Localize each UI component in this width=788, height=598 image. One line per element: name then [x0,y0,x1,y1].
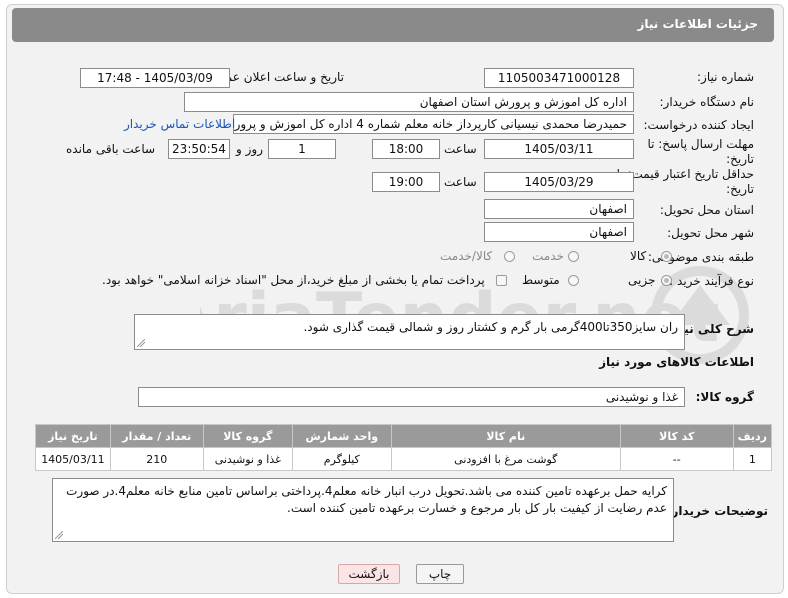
purchase-label-minor: جزیی [628,273,656,287]
label-delivery-province: استان محل تحویل: [659,203,754,217]
label-delivery-city: شهر محل تحویل: [667,226,754,240]
cell-need-date: 1405/03/11 [35,447,111,471]
label-price-validity: حداقل تاریخ اعتبار قیمت: تا تاریخ: [616,167,754,196]
col-header-row-number: ردیف [732,424,773,448]
back-button[interactable]: بازگشت [338,564,400,584]
reply-days-field: 1 [268,139,336,159]
province-field: اصفهان [484,199,634,219]
buyer-notes-textarea[interactable]: کرایه حمل برعهده تامین کننده می باشد.تحو… [52,478,674,542]
cell-goods-name: گوشت مرغ با افزودنی [390,447,621,471]
col-header-quantity: تعداد / مقدار [109,424,204,448]
category-radio-goods[interactable] [661,251,672,262]
cell-row-number: 1 [732,447,773,471]
validity-time-field: 19:00 [372,172,440,192]
goods-table: ردیف کد کالا نام کالا واحد شمارش گروه کا… [35,424,773,471]
buyer-notes-text: کرایه حمل برعهده تامین کننده می باشد.تحو… [66,484,667,515]
description-text: ران سایز350تا400گرمی بار گرم و کشتار روز… [303,320,678,334]
panel-header: جزئیات اطلاعات نیاز [12,8,774,42]
goods-group-field: غذا و نوشیدنی [138,387,685,407]
cell-goods-group: غذا و نوشیدنی [202,447,293,471]
cell-unit: کیلوگرم [291,447,392,471]
label-requester: ایجاد کننده درخواست: [643,118,754,132]
purchase-label-medium: متوسط [522,273,560,287]
cell-goods-code: -- [619,447,734,471]
label-reply-hour: ساعت [444,142,477,156]
reply-remaining-field: 23:50:54 [168,139,230,159]
description-textarea[interactable]: ران سایز350تا400گرمی بار گرم و کشتار روز… [134,314,685,350]
label-remaining: ساعت باقی مانده [66,142,156,156]
page-title: جزئیات اطلاعات نیاز [637,17,758,31]
resize-handle-icon[interactable] [137,339,145,347]
category-label-goods: کالا [630,249,647,263]
label-need-number: شماره نیاز: [697,70,754,84]
label-goods-group: گروه کالا: [695,390,754,404]
buyer-contact-link[interactable]: اطلاعات تماس خریدار [124,117,235,131]
purchase-radio-minor[interactable] [661,275,672,286]
label-buyer-org: نام دستگاه خریدار: [659,95,755,109]
label-reply-deadline: مهلت ارسال پاسخ: تا تاریخ: [647,137,754,166]
label-validity-hour: ساعت [444,175,477,189]
requester-field: حمیدرضا محمدی نیسیانی کارپرداز خانه معلم… [233,114,634,134]
col-header-unit: واحد شمارش [291,424,392,448]
reply-time-field: 18:00 [372,139,440,159]
treasury-payment-checkbox[interactable] [496,275,507,286]
col-header-goods-group: گروه کالا [202,424,293,448]
resize-handle-icon[interactable] [55,531,63,539]
col-header-goods-code: کد کالا [619,424,734,448]
label-purchase-type: نوع فرآیند خرید : [669,274,754,288]
label-buyer-notes: توضیحات خریدار: [666,504,768,518]
need-number-field: 1105003471000128 [484,68,634,88]
goods-info-heading: اطلاعات کالاهای مورد نیاز [599,355,754,369]
category-radio-service[interactable] [568,251,579,262]
col-header-need-date: تاریخ نیاز [35,424,111,448]
cell-quantity: 210 [109,447,204,471]
reply-date-field: 1405/03/11 [484,139,634,159]
col-header-goods-name: نام کالا [390,424,621,448]
table-header-row: ردیف کد کالا نام کالا واحد شمارش گروه کا… [35,424,773,448]
city-field: اصفهان [484,222,634,242]
category-label-goods-service: کالا/خدمت [440,249,493,263]
purchase-radio-medium[interactable] [568,275,579,286]
buyer-org-field: اداره کل اموزش و پرورش استان اصفهان [184,92,634,112]
category-radio-goods-service[interactable] [504,251,515,262]
table-row: 1 -- گوشت مرغ با افزودنی کیلوگرم غذا و ن… [35,447,773,471]
treasury-payment-note: پرداخت تمام یا بخشی از مبلغ خرید،از محل … [102,273,485,287]
category-label-service: خدمت [532,249,564,263]
print-button[interactable]: چاپ [416,564,464,584]
validity-date-field: 1405/03/29 [484,172,634,192]
label-day-and: روز و [236,142,263,156]
announce-datetime-field: 1405/03/09 - 17:48 [80,68,230,88]
